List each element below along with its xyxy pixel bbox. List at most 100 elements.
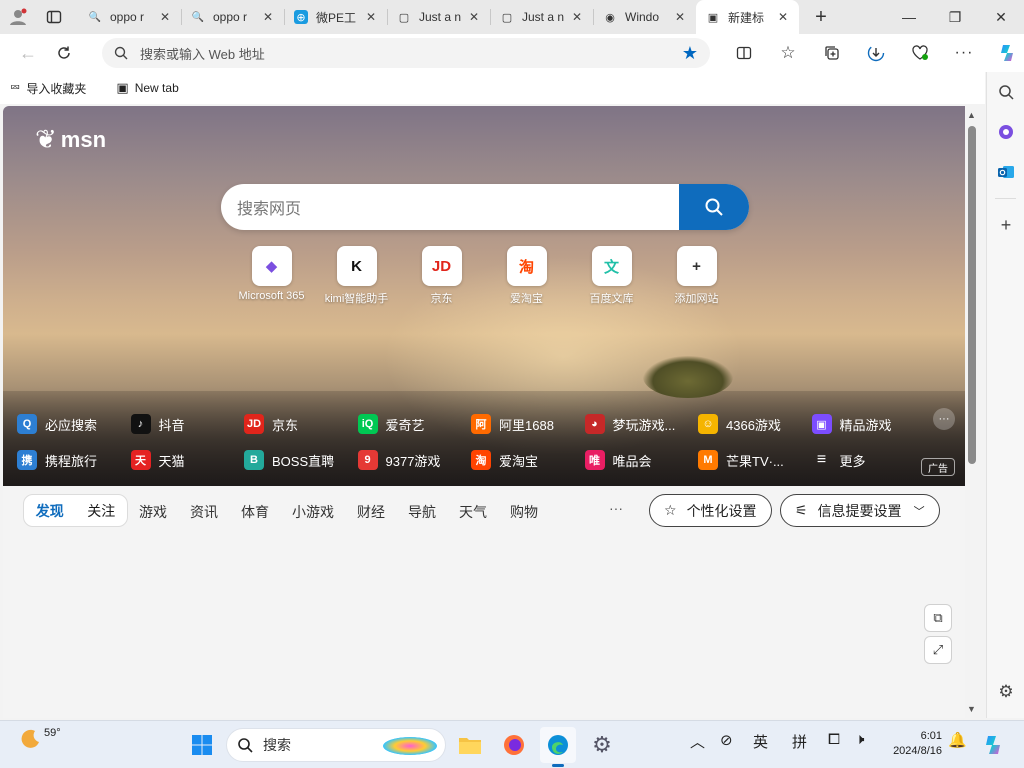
new-tab-button[interactable]: + xyxy=(805,0,837,34)
top-site-link[interactable]: Q 必应搜索 xyxy=(17,414,131,434)
sidebar-outlook-button[interactable] xyxy=(987,152,1024,192)
feed-more-categories[interactable]: ··· xyxy=(609,500,623,516)
web-search-button[interactable] xyxy=(679,184,749,230)
tab-close-icon[interactable]: ✕ xyxy=(569,9,585,25)
tab-5[interactable]: ▢ Just a n ✕ xyxy=(490,0,593,34)
top-site-link[interactable]: ◕ 梦玩游戏... xyxy=(584,414,699,434)
favorites-button[interactable]: ☆ xyxy=(766,35,810,71)
quick-link[interactable]: ◆ Microsoft 365 xyxy=(229,246,314,306)
top-site-link[interactable]: 淘爱淘宝 xyxy=(471,450,585,470)
taskbar-clock[interactable]: 6:01 2024/8/16 xyxy=(876,729,942,759)
notification-bell-icon[interactable]: 🔔 xyxy=(948,731,967,749)
network-icon[interactable]: ⊘ xyxy=(720,731,733,749)
top-site-link[interactable]: 9 9377游戏 xyxy=(357,450,472,470)
page-scrollbar[interactable]: ▲ ▼ xyxy=(965,106,979,718)
tab-6[interactable]: ◉ Windo ✕ xyxy=(593,0,696,34)
tab-3[interactable]: ⊕ 微PE工 ✕ xyxy=(284,0,387,34)
top-site-link[interactable]: B BOSS直聘 xyxy=(244,450,358,470)
weather-widget[interactable]: 59° xyxy=(18,727,61,751)
taskbar-edge[interactable] xyxy=(540,727,576,767)
quick-link[interactable]: 文百度文库 xyxy=(569,246,654,306)
top-site-link[interactable]: ♪ 抖音 xyxy=(130,414,245,434)
msn-logo[interactable]: ❦ msn xyxy=(35,124,106,155)
tab-close-icon[interactable]: ✕ xyxy=(260,9,276,25)
quick-link[interactable]: Kkimi智能助手 xyxy=(314,246,399,306)
volume-muted-icon[interactable]: 🕨 xyxy=(855,731,864,748)
favorites-bar-item-import[interactable]: ⮹ 导入收藏夹 xyxy=(10,80,86,97)
tablet-mode-icon[interactable]: ⧠ xyxy=(828,731,840,748)
restore-button[interactable]: ❐ xyxy=(932,0,978,34)
personalize-button[interactable]: ☆ 个性化设置 xyxy=(649,494,772,527)
show-hidden-icons-button[interactable]: ︿ xyxy=(690,731,705,752)
feed-tab-following[interactable]: 关注 xyxy=(76,501,128,521)
quick-link[interactable]: + 添加网站 xyxy=(654,246,739,306)
feed-tab[interactable]: 小游戏 xyxy=(292,502,334,522)
favorite-star-icon[interactable]: ★ xyxy=(682,43,698,64)
expand-button[interactable]: ⤢ xyxy=(924,636,952,664)
sidebar-settings-button[interactable]: ⚙ xyxy=(987,672,1024,712)
refresh-button[interactable] xyxy=(46,35,82,71)
feed-tab-discover[interactable]: 发现 xyxy=(24,501,76,521)
minimize-button[interactable]: — xyxy=(886,0,932,34)
tab-actions-button[interactable] xyxy=(36,0,72,34)
tab-7[interactable]: ▣ 新建标 ✕ xyxy=(696,0,799,34)
taskbar-file-explorer[interactable] xyxy=(452,727,488,763)
sidebar-add-button[interactable]: + xyxy=(987,205,1024,245)
feed-tab[interactable]: 体育 xyxy=(241,502,269,522)
taskbar-search-box[interactable]: 搜索 xyxy=(226,728,446,762)
feed-tab[interactable]: 财经 xyxy=(357,502,385,522)
tab-close-icon[interactable]: ✕ xyxy=(157,9,173,25)
ime-mode[interactable]: 拼 xyxy=(792,731,807,752)
start-button[interactable] xyxy=(184,727,220,763)
taskbar-copilot[interactable] xyxy=(976,727,1012,763)
feedback-button[interactable]: ⧉ xyxy=(924,604,952,632)
tab-close-icon[interactable]: ✕ xyxy=(672,9,688,25)
downloads-button[interactable] xyxy=(854,35,898,71)
top-site-link[interactable]: M 芒果TV·... xyxy=(698,450,812,470)
tab-2[interactable]: 🔍 oppo r ✕ xyxy=(181,0,284,34)
info-settings-button[interactable]: ⚟ 信息提要设置 ﹀ xyxy=(780,494,940,527)
settings-and-more-button[interactable]: ··· xyxy=(942,35,986,71)
top-site-link[interactable]: 天天猫 xyxy=(130,450,245,470)
top-site-link[interactable]: ▣ 精品游戏 xyxy=(811,414,926,434)
feed-tab[interactable]: 资讯 xyxy=(190,502,218,522)
taskbar-settings[interactable]: ⚙ xyxy=(584,727,620,763)
top-site-link[interactable]: ☺ 4366游戏 xyxy=(698,414,812,434)
split-screen-button[interactable] xyxy=(722,35,766,71)
sidebar-search-button[interactable] xyxy=(987,72,1024,112)
sidebar-m365-button[interactable] xyxy=(987,112,1024,152)
top-site-link[interactable]: 携携程旅行 xyxy=(17,450,131,470)
top-site-link[interactable]: 阿阿里1688 xyxy=(471,414,585,434)
tab-1[interactable]: 🔍 oppo r ✕ xyxy=(78,0,181,34)
scroll-down-icon[interactable]: ▼ xyxy=(967,704,976,714)
scroll-up-icon[interactable]: ▲ xyxy=(967,110,976,120)
top-sites-more-button[interactable]: ··· xyxy=(933,408,955,430)
scrollbar-thumb[interactable] xyxy=(968,126,976,464)
top-site-link[interactable]: 唯唯品会 xyxy=(584,450,699,470)
collections-button[interactable] xyxy=(810,35,854,71)
top-site-link[interactable]: JD 京东 xyxy=(244,414,358,434)
ime-language[interactable]: 英 xyxy=(753,731,768,752)
favorites-bar-item-newtab[interactable]: ▣ New tab xyxy=(116,80,178,96)
address-bar[interactable]: 搜索或输入 Web 地址 ★ xyxy=(102,38,710,68)
feed-tab[interactable]: 游戏 xyxy=(139,502,167,522)
close-window-button[interactable]: ✕ xyxy=(978,0,1024,34)
tab-close-icon[interactable]: ✕ xyxy=(363,9,379,25)
feed-tab[interactable]: 导航 xyxy=(408,502,436,522)
web-search-box[interactable]: 搜索网页 xyxy=(221,184,749,230)
tab-close-icon[interactable]: ✕ xyxy=(466,9,482,25)
taskbar-firefox[interactable] xyxy=(496,727,532,763)
copilot-button[interactable] xyxy=(986,35,1024,71)
quick-link[interactable]: 淘爱淘宝 xyxy=(484,246,569,306)
feed-tab[interactable]: 天气 xyxy=(459,502,487,522)
feed-tab[interactable]: 购物 xyxy=(510,502,538,522)
tab-4[interactable]: ▢ Just a n ✕ xyxy=(387,0,490,34)
top-site-link[interactable]: ≡ 更多 xyxy=(812,450,926,470)
tab-close-icon[interactable]: ✕ xyxy=(775,9,791,25)
back-button[interactable]: ← xyxy=(10,35,46,71)
browser-essentials-button[interactable] xyxy=(898,35,942,71)
window-controls: — ❐ ✕ xyxy=(886,0,1024,34)
quick-link[interactable]: JD 京东 xyxy=(399,246,484,306)
top-site-link[interactable]: iQ 爱奇艺 xyxy=(357,414,472,434)
profile-button[interactable] xyxy=(0,0,36,34)
